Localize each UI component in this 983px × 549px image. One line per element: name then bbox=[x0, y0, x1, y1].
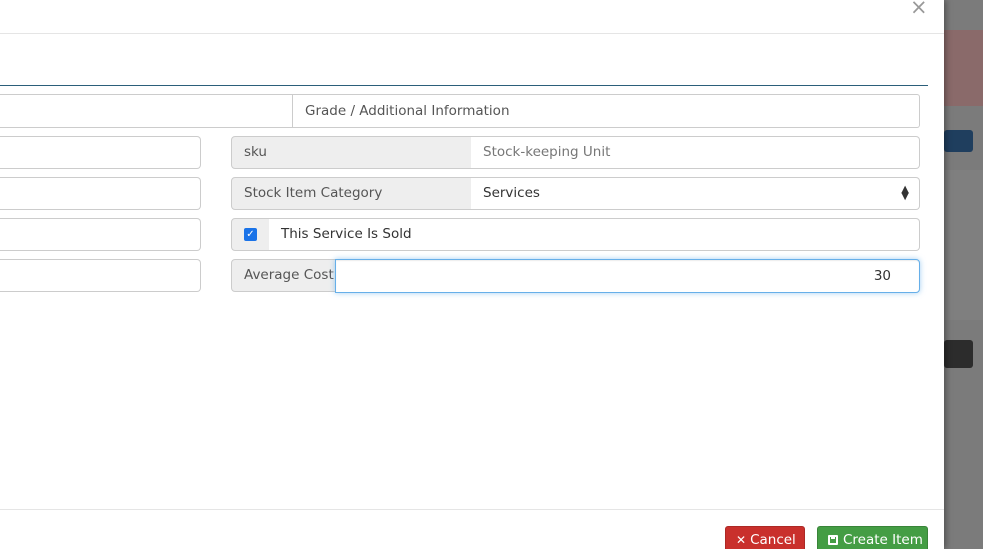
sku-input[interactable]: Stock-keeping Unit bbox=[471, 136, 920, 169]
left-field-3[interactable] bbox=[0, 218, 201, 251]
backdrop-panel bbox=[944, 170, 983, 320]
close-icon: ✕ bbox=[736, 533, 747, 547]
cancel-button[interactable]: ✕ Cancel bbox=[725, 526, 805, 549]
sku-placeholder: Stock-keeping Unit bbox=[483, 144, 611, 160]
select-caret-icon: ▲ ▼ bbox=[901, 184, 909, 202]
backdrop-dark-button bbox=[944, 340, 973, 368]
left-field-4[interactable] bbox=[0, 259, 201, 292]
create-item-modal: × Grade / Additional Information sku Sto… bbox=[0, 0, 944, 549]
save-icon bbox=[828, 535, 838, 545]
average-cost-label: Average Cost bbox=[231, 259, 336, 292]
grade-info-row[interactable]: Grade / Additional Information bbox=[0, 94, 920, 128]
grade-info-label: Grade / Additional Information bbox=[305, 103, 510, 119]
category-value: Services bbox=[483, 185, 540, 201]
create-item-button[interactable]: Create Item bbox=[817, 526, 928, 549]
grade-divider bbox=[292, 95, 293, 127]
modal-header: × bbox=[0, 0, 944, 34]
is-sold-checkbox-addon: ✓ bbox=[231, 218, 270, 251]
left-field-2[interactable] bbox=[0, 177, 201, 210]
is-sold-label: This Service Is Sold bbox=[281, 226, 412, 242]
left-field-1[interactable] bbox=[0, 136, 201, 169]
backdrop-alert bbox=[944, 30, 983, 106]
category-select[interactable]: Services ▲ ▼ bbox=[471, 177, 920, 210]
category-label: Stock Item Category bbox=[231, 177, 472, 210]
average-cost-input[interactable]: 30 bbox=[335, 259, 920, 293]
tab-divider bbox=[0, 85, 928, 86]
sku-label: sku bbox=[231, 136, 472, 169]
backdrop-button bbox=[944, 130, 973, 152]
is-sold-field: This Service Is Sold bbox=[269, 218, 920, 251]
cancel-button-label: Cancel bbox=[750, 532, 796, 548]
create-item-button-label: Create Item bbox=[843, 532, 923, 548]
close-icon[interactable]: × bbox=[910, 0, 928, 18]
is-sold-checkbox[interactable]: ✓ bbox=[244, 228, 257, 241]
